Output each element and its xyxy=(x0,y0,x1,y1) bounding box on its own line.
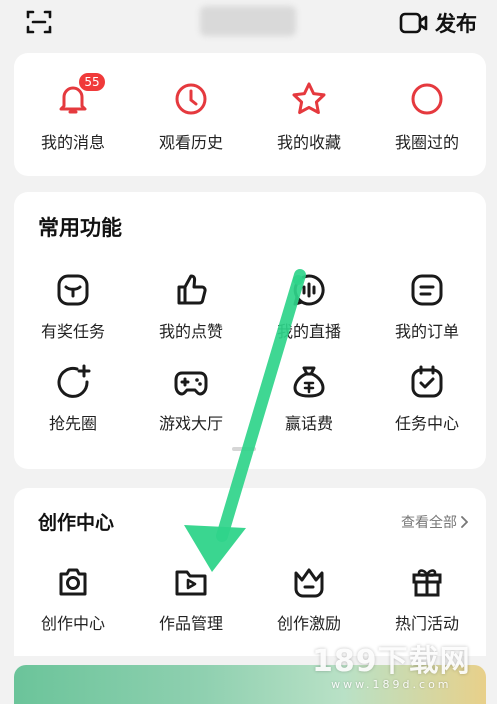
common-item-reward-task[interactable]: 有奖任务 xyxy=(14,270,132,342)
quick-item-circled[interactable]: 我圈过的 xyxy=(368,79,486,153)
common-item-label: 我的直播 xyxy=(276,322,341,341)
quick-item-label: 我圈过的 xyxy=(394,133,459,152)
common-functions-card: 常用功能 有奖任务 我的点赞 我的直播 我的订单 抢先圈 游戏大厅 赢话费 任务… xyxy=(14,192,486,469)
common-item-label: 任务中心 xyxy=(394,414,459,433)
reward-task-icon xyxy=(57,274,89,306)
quick-item-messages[interactable]: 55 我的消息 xyxy=(14,73,132,153)
common-row-2: 抢先圈 游戏大厅 赢话费 任务中心 xyxy=(14,362,486,434)
creation-item-label: 热门活动 xyxy=(394,614,459,633)
common-item-win-credit[interactable]: 赢话费 xyxy=(250,362,368,434)
creation-item-works-manage[interactable]: 作品管理 xyxy=(132,562,250,634)
publish-button[interactable]: 发布 xyxy=(399,8,477,38)
creation-item-label: 创作中心 xyxy=(40,614,105,633)
quick-item-history[interactable]: 观看历史 xyxy=(132,79,250,153)
clock-icon xyxy=(175,83,207,115)
common-item-early-circle[interactable]: 抢先圈 xyxy=(14,362,132,434)
circle-icon xyxy=(411,83,443,115)
creation-row: 创作中心 作品管理 创作激励 热门活动 xyxy=(14,562,486,634)
calendar-check-icon xyxy=(411,365,443,398)
live-icon xyxy=(293,274,325,306)
creation-item-label: 作品管理 xyxy=(158,614,223,633)
camera-icon xyxy=(59,568,87,596)
common-item-label: 抢先圈 xyxy=(48,414,97,433)
creation-item-center[interactable]: 创作中心 xyxy=(14,562,132,634)
scan-icon[interactable] xyxy=(26,9,52,35)
quick-item-label: 观看历史 xyxy=(158,133,223,152)
creation-item-hot-events[interactable]: 热门活动 xyxy=(368,562,486,634)
common-item-game-hall[interactable]: 游戏大厅 xyxy=(132,362,250,434)
chevron-right-icon xyxy=(461,516,468,528)
page-indicator xyxy=(232,447,256,451)
crown-icon xyxy=(294,568,324,598)
section-title: 创作中心 xyxy=(38,512,115,534)
thumbs-up-icon xyxy=(177,274,207,305)
creation-item-label: 创作激励 xyxy=(276,614,341,633)
common-item-label: 我的订单 xyxy=(394,322,459,341)
common-item-task-center[interactable]: 任务中心 xyxy=(368,362,486,434)
watermark-logo: 189下载网 www.189d.com xyxy=(312,636,471,691)
common-item-likes[interactable]: 我的点赞 xyxy=(132,270,250,342)
video-camera-icon xyxy=(399,12,428,34)
quick-item-label: 我的收藏 xyxy=(276,133,341,152)
gamepad-icon xyxy=(174,371,208,396)
quick-item-favorites[interactable]: 我的收藏 xyxy=(250,79,368,153)
see-all-label: 查看全部 xyxy=(401,515,457,531)
watermark-main: 189下载网 xyxy=(312,644,471,679)
money-bag-icon xyxy=(293,366,325,398)
watermark-sub: www.189d.com xyxy=(331,678,452,691)
message-count-badge: 55 xyxy=(79,73,105,91)
common-row-1: 有奖任务 我的点赞 我的直播 我的订单 xyxy=(14,270,486,342)
common-item-label: 游戏大厅 xyxy=(158,414,223,433)
creation-center-card: 创作中心 查看全部 创作中心 作品管理 创作激励 热门活动 xyxy=(14,488,486,656)
gift-icon xyxy=(412,569,442,597)
order-icon xyxy=(411,274,443,306)
quick-access-card: 55 我的消息 观看历史 我的收藏 我圈过的 xyxy=(14,53,486,176)
section-title: 常用功能 xyxy=(38,216,122,240)
quick-access-row: 55 我的消息 观看历史 我的收藏 我圈过的 xyxy=(14,73,486,153)
common-item-live[interactable]: 我的直播 xyxy=(250,270,368,342)
account-title xyxy=(200,6,296,36)
folder-play-icon xyxy=(175,570,207,596)
publish-label: 发布 xyxy=(435,12,477,36)
top-bar: 发布 xyxy=(0,0,497,48)
creation-item-incentive[interactable]: 创作激励 xyxy=(250,562,368,634)
star-icon xyxy=(292,82,326,114)
quick-item-label: 我的消息 xyxy=(40,133,105,152)
common-item-label: 有奖任务 xyxy=(40,322,105,341)
common-item-label: 我的点赞 xyxy=(158,322,223,341)
common-item-orders[interactable]: 我的订单 xyxy=(368,270,486,342)
common-item-label: 赢话费 xyxy=(284,414,333,433)
refresh-plus-icon xyxy=(57,364,91,398)
see-all-link[interactable]: 查看全部 xyxy=(401,512,468,532)
